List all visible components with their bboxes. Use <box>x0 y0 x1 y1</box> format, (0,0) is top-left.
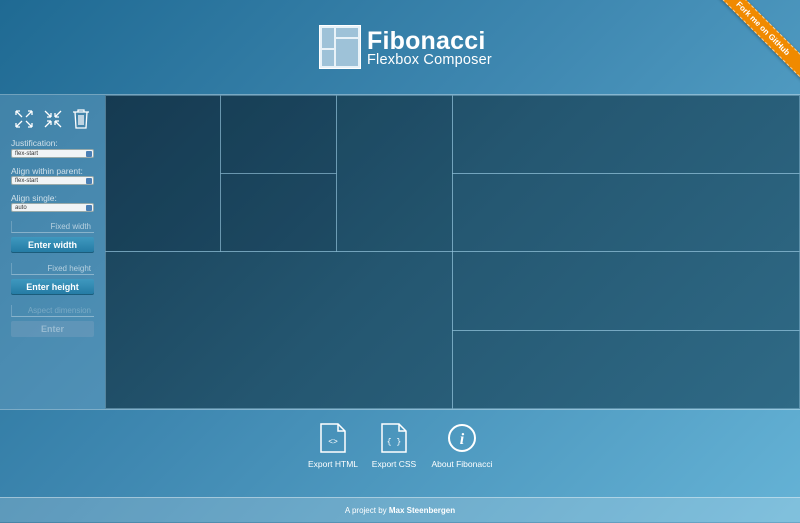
flex-box[interactable] <box>452 330 800 409</box>
flex-box[interactable] <box>452 95 800 174</box>
fibonacci-logo-icon <box>319 25 361 69</box>
layout-canvas[interactable] <box>105 95 800 409</box>
chevron-down-icon <box>86 151 92 157</box>
enter-height-button[interactable]: Enter height <box>11 279 94 295</box>
aspect-input[interactable]: Aspect dimension <box>11 305 94 317</box>
chevron-down-icon <box>86 205 92 211</box>
export-css-button[interactable]: { } Export CSS <box>368 423 420 469</box>
flex-box[interactable] <box>105 95 221 252</box>
fixed-width-input[interactable]: Fixed width <box>11 221 94 233</box>
svg-text:{ }: { } <box>387 438 401 447</box>
justification-value: flex-start <box>15 151 39 157</box>
header: Fibonacci Flexbox Composer Fork me on Gi… <box>0 0 800 94</box>
flex-box[interactable] <box>220 95 337 174</box>
collapse-icon[interactable] <box>43 108 63 130</box>
flex-box[interactable] <box>452 251 800 331</box>
footer: A project by Max Steenbergen <box>0 497 800 523</box>
svg-text:<>: <> <box>328 438 338 447</box>
flex-box[interactable] <box>452 173 800 252</box>
html-file-icon: <> <box>320 423 346 453</box>
enter-width-button[interactable]: Enter width <box>11 237 94 253</box>
chevron-down-icon <box>86 178 92 184</box>
export-html-label: Export HTML <box>307 459 359 469</box>
flex-box[interactable] <box>336 95 453 252</box>
justification-label: Justification: <box>11 138 58 148</box>
about-label: About Fibonacci <box>431 459 493 469</box>
justification-select[interactable]: flex-start <box>11 149 94 158</box>
align-single-select[interactable]: auto <box>11 203 94 212</box>
toolbar <box>14 108 94 130</box>
align-parent-select[interactable]: flex-start <box>11 176 94 185</box>
footer-prefix: A project by <box>344 506 387 515</box>
github-ribbon-label[interactable]: Fork me on GitHub <box>703 0 800 88</box>
author-link[interactable]: Max Steenbergen <box>389 506 455 515</box>
align-parent-label: Align within parent: <box>11 166 83 176</box>
divider <box>0 409 800 410</box>
align-single-label: Align single: <box>11 193 57 203</box>
align-parent-value: flex-start <box>15 178 39 184</box>
info-icon: i <box>448 424 476 452</box>
fixed-height-input[interactable]: Fixed height <box>11 263 94 275</box>
flex-box[interactable] <box>105 251 453 409</box>
css-file-icon: { } <box>381 423 407 453</box>
app-subtitle: Flexbox Composer <box>367 52 492 68</box>
export-css-label: Export CSS <box>371 459 417 469</box>
github-ribbon[interactable]: Fork me on GitHub <box>700 0 800 100</box>
enter-button[interactable]: Enter <box>11 321 94 337</box>
align-single-value: auto <box>15 205 27 211</box>
sidebar: Justification: flex-start Align within p… <box>0 95 105 409</box>
export-html-button[interactable]: <> Export HTML <box>303 423 363 469</box>
about-button[interactable]: i About Fibonacci <box>427 423 497 469</box>
expand-icon[interactable] <box>14 108 34 130</box>
svg-text:i: i <box>460 431 465 448</box>
flex-box[interactable] <box>220 173 337 252</box>
trash-icon[interactable] <box>71 108 91 130</box>
